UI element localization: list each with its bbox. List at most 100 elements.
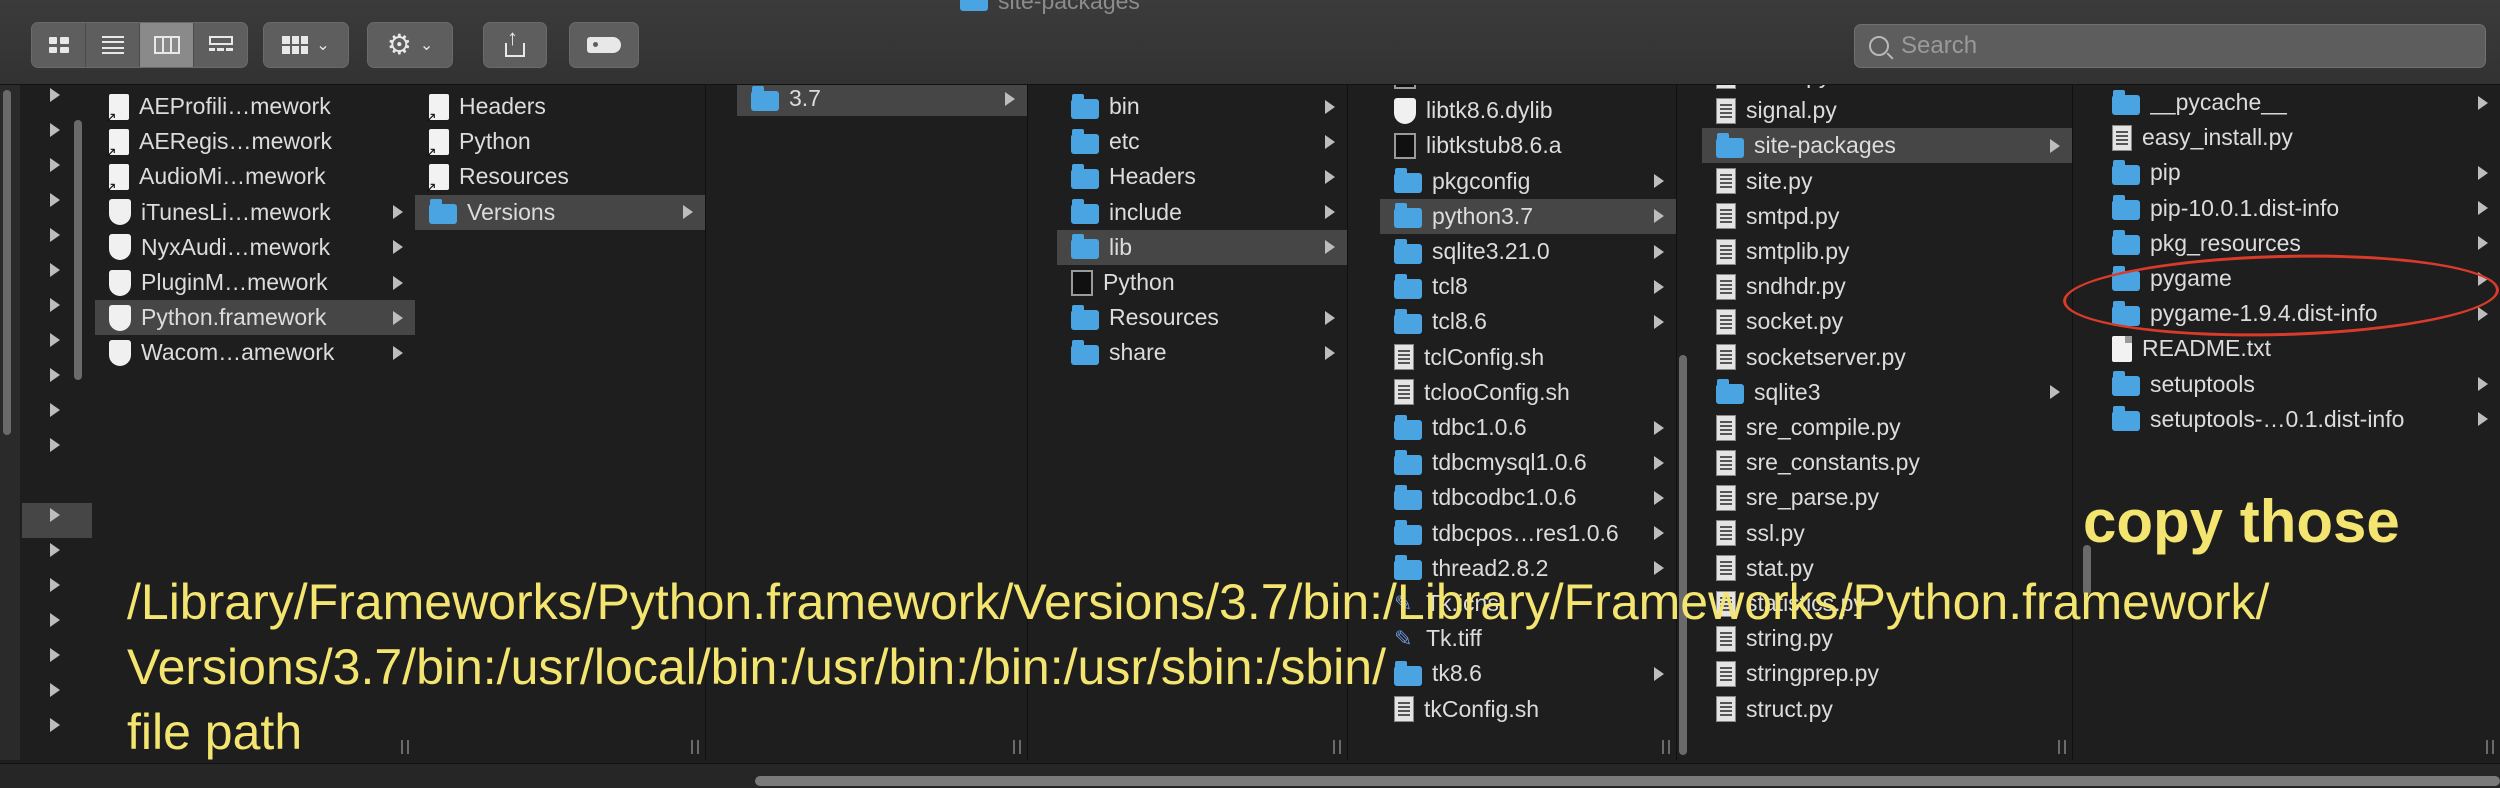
list-item[interactable]: smtpd.py xyxy=(1702,199,2072,234)
list-item[interactable]: tclooConfig.sh xyxy=(1380,375,1676,410)
list-item[interactable]: lib xyxy=(1057,229,1347,265)
list-item[interactable]: smtplib.py xyxy=(1702,234,2072,269)
icon-view-button[interactable] xyxy=(32,23,86,67)
list-item[interactable]: bin xyxy=(1057,89,1347,124)
script-file-icon xyxy=(1716,449,1736,476)
list-item[interactable]: Python xyxy=(415,124,705,161)
annotation-path-line-1: /Library/Frameworks/Python.framework/Ver… xyxy=(127,574,2270,630)
disclosure-arrow-icon xyxy=(50,543,60,557)
list-item[interactable]: tcl8.6 xyxy=(1380,304,1676,339)
list-item[interactable]: libtk8.6.dylib xyxy=(1380,93,1676,128)
horizontal-scrollbar-thumb[interactable] xyxy=(755,776,2500,786)
list-item-label: include xyxy=(1109,198,1182,225)
list-item[interactable]: Python xyxy=(1057,265,1347,300)
list-item[interactable]: Headers xyxy=(415,89,705,126)
list-item[interactable]: setuptools-…0.1.dist-info xyxy=(2098,402,2500,437)
disclosure-arrow-icon xyxy=(50,228,60,242)
list-item[interactable]: iTunesLi…mework xyxy=(95,195,415,230)
tags-button[interactable] xyxy=(569,22,639,68)
column-scrollbar[interactable] xyxy=(74,120,82,380)
list-item-label: AEProfili…mework xyxy=(139,93,331,119)
disclosure-arrow-icon xyxy=(50,88,60,102)
list-item[interactable]: sqlite3.21.0 xyxy=(1380,234,1676,269)
gallery-view-icon xyxy=(208,36,233,54)
list-item[interactable]: shutil.py xyxy=(1702,85,2072,93)
folder-icon xyxy=(1071,304,1099,330)
list-item[interactable]: libtkstub8.6.a xyxy=(1380,128,1676,163)
column-resize-handle[interactable] xyxy=(2486,740,2494,754)
disclosure-arrow-icon xyxy=(2478,412,2488,427)
list-item[interactable]: AERegis…mework xyxy=(95,124,415,161)
folder-icon xyxy=(1394,414,1422,440)
folder-icon xyxy=(1394,203,1422,229)
list-item[interactable]: Resources xyxy=(415,159,705,196)
list-item[interactable]: Headers xyxy=(1057,159,1347,194)
list-view-button[interactable] xyxy=(86,23,140,67)
list-item-label: sre_parse.py xyxy=(1746,484,1879,511)
gallery-view-button[interactable] xyxy=(194,23,247,67)
disclosure-arrow-icon xyxy=(50,123,60,137)
list-item[interactable]: sre_constants.py xyxy=(1702,445,2072,480)
library-icon xyxy=(109,339,131,366)
list-item[interactable]: sre_parse.py xyxy=(1702,480,2072,515)
list-item[interactable]: site.py xyxy=(1702,164,2072,199)
list-item-label: sqlite3.21.0 xyxy=(1432,238,1550,264)
list-item[interactable]: libtclstub8.6.a xyxy=(1380,85,1676,93)
list-item[interactable]: pip-10.0.1.dist-info xyxy=(2098,191,2500,226)
list-item-label: socketserver.py xyxy=(1746,343,1906,370)
list-item[interactable]: Python.framework xyxy=(95,300,415,336)
share-button[interactable] xyxy=(483,22,547,68)
list-item[interactable]: Versions xyxy=(415,194,705,230)
list-item[interactable]: share xyxy=(1057,335,1347,370)
list-item[interactable]: sqlite3 xyxy=(1702,375,2072,410)
list-item[interactable]: sre_compile.py xyxy=(1702,410,2072,445)
column-view-button[interactable] xyxy=(140,23,194,67)
list-item[interactable]: NyxAudi…mework xyxy=(95,230,415,265)
list-item-label: shutil.py xyxy=(1746,85,2072,89)
list-item[interactable]: tcl8 xyxy=(1380,269,1676,304)
list-item[interactable]: include xyxy=(1057,195,1347,230)
list-item[interactable]: Resources xyxy=(1057,300,1347,335)
list-item[interactable]: AudioMi…mework xyxy=(95,159,415,196)
list-item[interactable]: pip xyxy=(2098,155,2500,190)
search-input[interactable] xyxy=(1899,31,2463,61)
list-item-label: tdbcmysql1.0.6 xyxy=(1432,449,1587,476)
disclosure-arrow-icon xyxy=(1325,205,1335,220)
script-file-icon xyxy=(1716,85,1736,89)
list-item[interactable]: socket.py xyxy=(1702,304,2072,339)
list-item[interactable]: python3.7 xyxy=(1380,198,1676,234)
list-item-label: Resources xyxy=(1109,304,1219,331)
list-item-label: signal.py xyxy=(1746,97,1837,124)
list-item[interactable]: easy_install.py xyxy=(2098,120,2500,155)
list-item[interactable]: PluginM…mework xyxy=(95,265,415,300)
list-item[interactable]: tdbcpos…res1.0.6 xyxy=(1380,516,1676,551)
folder-icon xyxy=(2112,195,2140,221)
list-item[interactable]: AEProfili…mework xyxy=(95,89,415,126)
list-item[interactable]: README.txt xyxy=(2098,331,2500,366)
column-view-icon xyxy=(153,36,180,54)
disclosure-arrow-icon xyxy=(50,333,60,347)
list-item[interactable]: signal.py xyxy=(1702,93,2072,128)
search-field[interactable] xyxy=(1854,24,2486,68)
list-item-label: tclooConfig.sh xyxy=(1424,378,1570,405)
list-item[interactable]: ssl.py xyxy=(1702,516,2072,551)
script-file-icon xyxy=(1394,344,1414,371)
list-item[interactable]: __pycache__ xyxy=(2098,85,2500,120)
list-item[interactable]: Wacom…amework xyxy=(95,335,415,370)
list-item[interactable]: etc xyxy=(1057,124,1347,159)
list-item[interactable]: socketserver.py xyxy=(1702,340,2072,375)
list-item[interactable]: site-packages xyxy=(1702,128,2072,164)
list-item[interactable]: tdbc1.0.6 xyxy=(1380,410,1676,445)
window-title: site-packages xyxy=(960,0,1140,14)
list-item[interactable]: tclConfig.sh xyxy=(1380,340,1676,375)
sidebar-scrollbar[interactable] xyxy=(3,90,11,435)
list-item[interactable]: 3.7 xyxy=(737,85,1027,116)
list-item[interactable]: setuptools xyxy=(2098,367,2500,402)
group-by-button[interactable]: ⌄ xyxy=(263,22,349,68)
list-item[interactable]: sndhdr.py xyxy=(1702,269,2072,304)
list-item[interactable]: tdbcmysql1.0.6 xyxy=(1380,445,1676,480)
action-button[interactable]: ⚙ ⌄ xyxy=(367,22,453,68)
share-icon xyxy=(504,25,526,57)
list-item[interactable]: pkgconfig xyxy=(1380,164,1676,199)
list-item[interactable]: tdbcodbc1.0.6 xyxy=(1380,480,1676,515)
